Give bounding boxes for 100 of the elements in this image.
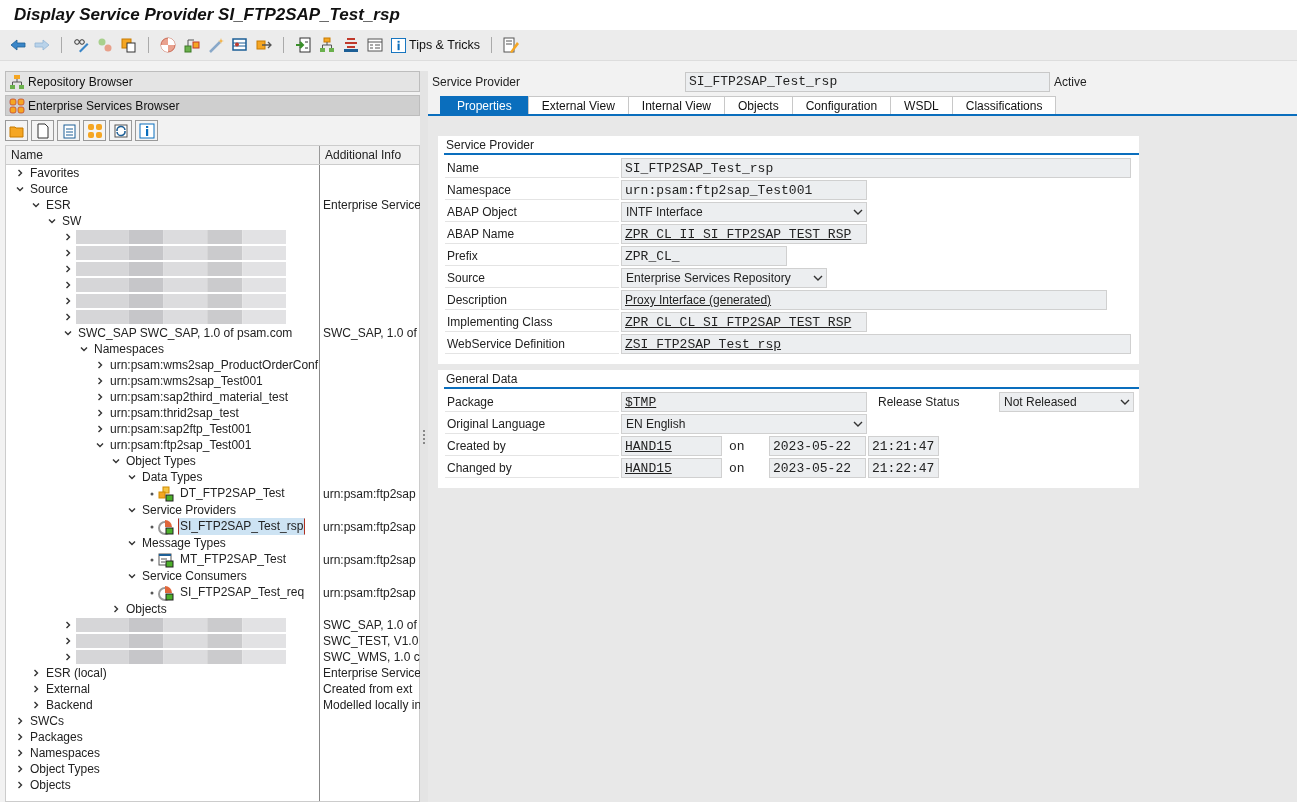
chevron-icon[interactable] — [128, 572, 136, 580]
chevron-icon[interactable] — [32, 669, 40, 677]
chevron-icon[interactable] — [96, 425, 104, 433]
tree-item[interactable]: Favorites — [28, 164, 82, 182]
chevron-icon[interactable] — [128, 539, 136, 547]
chevron-icon[interactable] — [32, 701, 40, 709]
tree-item[interactable]: Packages — [28, 728, 85, 746]
tree-item[interactable]: Service Providers — [140, 501, 239, 519]
chevron-icon[interactable] — [16, 749, 24, 757]
dropdown-field[interactable]: Enterprise Services Repository — [621, 268, 827, 288]
chevron-icon[interactable] — [64, 297, 72, 305]
chevron-icon[interactable] — [96, 377, 104, 385]
tab[interactable]: Internal View — [627, 96, 725, 114]
splitter-grip-icon[interactable] — [422, 429, 426, 444]
tree-item[interactable]: urn:psam:sap2ftp_Test001 — [108, 420, 254, 438]
document-list-button[interactable] — [57, 120, 80, 141]
tab[interactable]: Classifications — [951, 96, 1057, 114]
chevron-icon[interactable] — [64, 329, 72, 337]
table-pin-icon[interactable] — [232, 37, 248, 53]
glasses-pencil-icon[interactable] — [73, 37, 89, 53]
tree-item[interactable]: Message Types — [140, 534, 228, 552]
tree-item[interactable]: External — [44, 680, 93, 698]
tree-item[interactable]: urn:psam:sap2third_material_test — [108, 388, 291, 406]
input-field[interactable]: HAND15 — [621, 458, 722, 478]
tree-item[interactable]: MT_FTP2SAP_Test — [178, 551, 289, 568]
chevron-icon[interactable] — [48, 217, 56, 225]
chevron-icon[interactable] — [96, 441, 104, 449]
chevron-icon[interactable] — [16, 169, 24, 177]
input-field[interactable]: 2023-05-22 — [769, 436, 866, 456]
chevron-icon[interactable] — [80, 345, 88, 353]
chevron-icon[interactable] — [64, 621, 72, 629]
tree-item[interactable]: Objects — [28, 776, 73, 794]
tree-item[interactable]: Namespaces — [92, 340, 167, 358]
chevron-icon[interactable] — [16, 733, 24, 741]
tree-item[interactable]: urn:psam:wms2sap_Test001 — [108, 372, 265, 390]
tips-button[interactable]: Tips & Tricks — [391, 37, 481, 53]
tree-item[interactable]: Data Types — [140, 468, 205, 486]
chevron-icon[interactable] — [128, 506, 136, 514]
chevron-icon[interactable] — [112, 457, 120, 465]
tree-item[interactable]: SW — [60, 212, 84, 230]
chevron-icon[interactable] — [32, 685, 40, 693]
chevron-icon[interactable] — [96, 361, 104, 369]
info-button[interactable] — [135, 120, 158, 141]
tree-item[interactable]: SWC_SAP SWC_SAP, 1.0 of psam.com — [76, 324, 295, 342]
stack-icon[interactable] — [343, 37, 359, 53]
chevron-icon[interactable] — [64, 233, 72, 241]
tab[interactable]: WSDL — [890, 96, 953, 114]
linked-squares-icon[interactable] — [184, 37, 200, 53]
chevron-icon[interactable] — [64, 249, 72, 257]
browser-panel-button[interactable]: Repository Browser — [5, 71, 420, 92]
browser-panel-button[interactable]: Enterprise Services Browser — [5, 95, 420, 116]
tree-item[interactable]: urn:psam:ftp2sap_Test001 — [108, 436, 254, 454]
input-field[interactable]: SI_FTP2SAP_Test_rsp — [621, 158, 1131, 178]
input-field[interactable]: HAND15 — [621, 436, 722, 456]
chevron-icon[interactable] — [64, 637, 72, 645]
refresh-button[interactable] — [109, 120, 132, 141]
tree-item[interactable]: SI_FTP2SAP_Test_req — [178, 584, 307, 601]
chevron-icon[interactable] — [32, 201, 40, 209]
tab[interactable]: Properties — [440, 96, 529, 114]
tree-item[interactable]: SWCs — [28, 712, 66, 730]
list-window-icon[interactable] — [367, 37, 383, 53]
dropdown-field[interactable]: EN English — [621, 414, 867, 434]
tree-item[interactable]: SI_FTP2SAP_Test_rsp — [178, 518, 306, 535]
input-field[interactable]: ZPR_CL_II_SI_FTP2SAP_TEST_RSP — [621, 224, 867, 244]
copy-icon[interactable] — [121, 37, 137, 53]
tree-item[interactable]: Backend — [44, 696, 95, 714]
open-folder-button[interactable] — [5, 120, 28, 141]
tab[interactable]: Objects — [724, 96, 793, 114]
input-field[interactable]: 21:22:47 — [868, 458, 939, 478]
tree-item[interactable]: Objects — [124, 600, 169, 618]
tree-item[interactable]: ESR (local) — [44, 664, 109, 682]
dropdown-field[interactable]: Not Released — [999, 392, 1134, 412]
input-field[interactable]: $TMP — [621, 392, 867, 412]
input-field[interactable]: Proxy Interface (generated) — [621, 290, 1107, 310]
chevron-icon[interactable] — [128, 473, 136, 481]
input-field[interactable]: SI_FTP2SAP_Test_rsp — [685, 72, 1050, 92]
pie-icon[interactable] — [160, 37, 176, 53]
chevron-icon[interactable] — [64, 653, 72, 661]
chevron-icon[interactable] — [64, 281, 72, 289]
input-field[interactable]: urn:psam:ftp2sap_Test001 — [621, 180, 867, 200]
tree-item[interactable]: Namespaces — [28, 744, 103, 762]
back-arrow-icon[interactable] — [10, 37, 26, 53]
tree-item[interactable]: Service Consumers — [140, 567, 249, 585]
input-field[interactable]: 2023-05-22 — [769, 458, 866, 478]
tree-item[interactable]: Object Types — [28, 760, 102, 778]
export-icon[interactable] — [256, 37, 272, 53]
chevron-icon[interactable] — [96, 393, 104, 401]
chevron-icon[interactable] — [16, 185, 24, 193]
input-field[interactable]: 21:21:47 — [868, 436, 939, 456]
chevron-icon[interactable] — [64, 265, 72, 273]
input-field[interactable]: ZPR_CL_ — [621, 246, 787, 266]
new-document-button[interactable] — [31, 120, 54, 141]
tree-item[interactable]: DT_FTP2SAP_Test — [178, 485, 287, 502]
dropdown-field[interactable]: INTF Interface — [621, 202, 867, 222]
chevron-icon[interactable] — [16, 765, 24, 773]
tree-item[interactable]: Object Types — [124, 452, 198, 470]
chevron-icon[interactable] — [16, 781, 24, 789]
edit-document-icon[interactable] — [503, 37, 520, 53]
input-field[interactable]: ZSI_FTP2SAP_Test_rsp — [621, 334, 1131, 354]
input-field[interactable]: ZPR_CL_CL_SI_FTP2SAP_TEST_RSP — [621, 312, 867, 332]
